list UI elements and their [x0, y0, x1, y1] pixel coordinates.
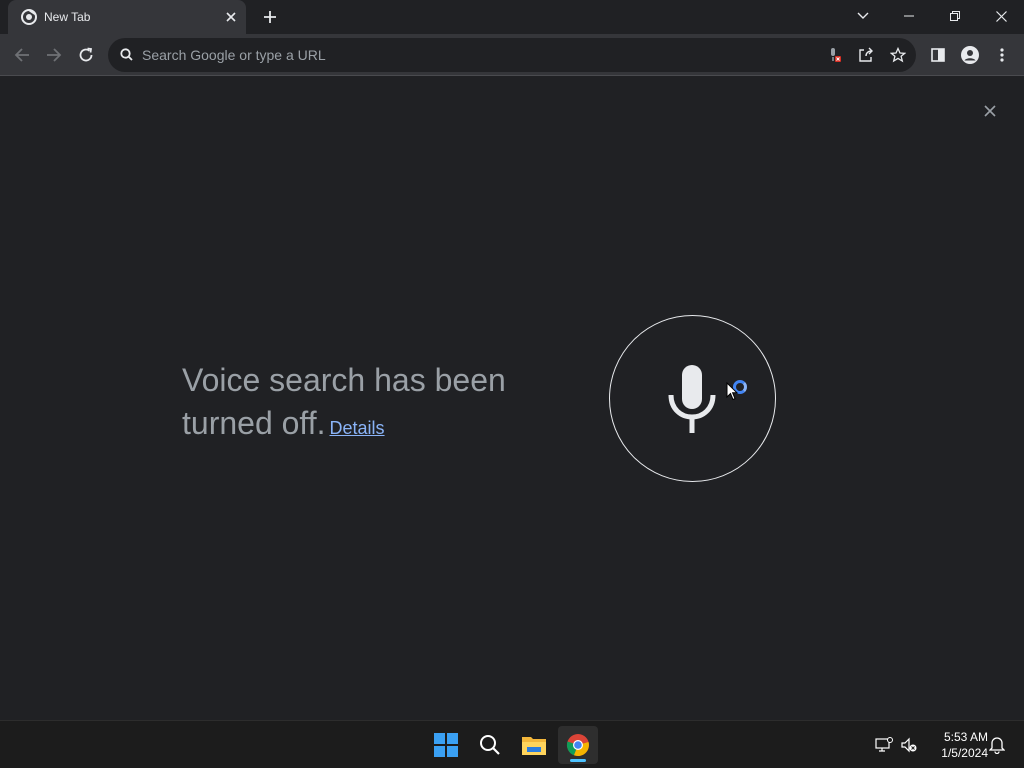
search-icon [480, 735, 500, 755]
new-tab-button[interactable] [259, 6, 281, 28]
tab-new-tab[interactable]: New Tab [8, 0, 246, 34]
star-icon [890, 47, 906, 63]
folder-icon [522, 737, 546, 755]
details-link[interactable]: Details [330, 418, 385, 438]
volume-tray-icon[interactable] [899, 735, 919, 755]
reload-icon [79, 47, 93, 62]
reload-button[interactable] [72, 41, 100, 69]
omnibox-input[interactable] [142, 38, 782, 72]
arrow-right-icon [47, 48, 62, 62]
network-tray-icon[interactable] [874, 735, 894, 755]
profile-button[interactable] [956, 41, 984, 69]
more-vert-icon [1000, 48, 1004, 62]
close-icon [226, 12, 236, 22]
search-icon [120, 48, 133, 61]
voice-search-message: Voice search has been turned off. Details [182, 359, 542, 450]
taskbar-search-button[interactable] [470, 726, 510, 764]
title-bar: New Tab [0, 0, 1024, 34]
notifications-button[interactable] [987, 735, 1007, 755]
chrome-taskbar-button[interactable] [558, 726, 598, 764]
voice-search-close-button[interactable] [980, 101, 1000, 121]
close-icon [984, 105, 996, 117]
arrow-left-icon [14, 48, 29, 62]
start-button[interactable] [426, 726, 466, 764]
speaker-muted-icon [901, 737, 917, 753]
mouse-cursor-icon [726, 382, 738, 401]
close-window-button[interactable] [978, 0, 1024, 32]
side-panel-button[interactable] [924, 41, 952, 69]
voice-search-overlay: Voice search has been turned off. Details [0, 77, 1024, 720]
omnibox[interactable] [108, 38, 916, 72]
bookmark-button[interactable] [889, 46, 907, 64]
back-button[interactable] [8, 41, 36, 69]
system-clock[interactable]: 5:53 AM 1/5/2024 [926, 729, 988, 761]
share-icon [859, 47, 873, 62]
file-explorer-button[interactable] [514, 726, 554, 764]
browser-toolbar [0, 34, 1024, 76]
chevron-down-icon [857, 12, 869, 19]
network-icon [875, 737, 893, 752]
bell-icon [989, 737, 1005, 754]
tab-title: New Tab [44, 10, 91, 24]
chrome-icon [566, 734, 589, 757]
chrome-favicon-icon [21, 9, 37, 25]
clock-time: 5:53 AM [943, 730, 988, 744]
tab-close-button[interactable] [222, 8, 240, 26]
close-icon [995, 10, 1007, 22]
active-app-indicator [570, 759, 586, 762]
mic-blocked-icon [831, 48, 841, 62]
restore-icon [950, 11, 960, 21]
mic-blocked-button[interactable] [826, 46, 844, 64]
profile-icon [961, 46, 979, 64]
tab-search-button[interactable] [840, 0, 886, 32]
plus-icon [264, 11, 276, 23]
windows-logo-icon [434, 733, 458, 757]
clock-date: 1/5/2024 [941, 746, 988, 760]
side-panel-icon [931, 48, 945, 62]
minimize-button[interactable] [886, 0, 932, 32]
share-button[interactable] [857, 46, 875, 64]
menu-button[interactable] [988, 41, 1016, 69]
microphone-icon [668, 365, 716, 433]
minimize-icon [904, 15, 914, 17]
restore-button[interactable] [932, 0, 978, 32]
taskbar: 5:53 AM 1/5/2024 [0, 720, 1024, 768]
forward-button[interactable] [40, 41, 68, 69]
